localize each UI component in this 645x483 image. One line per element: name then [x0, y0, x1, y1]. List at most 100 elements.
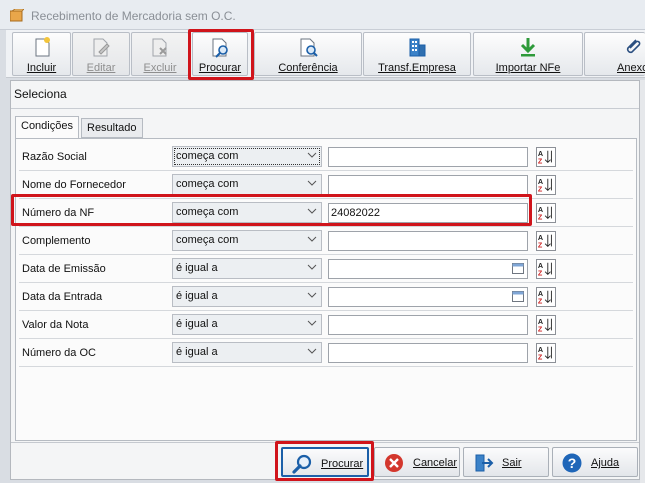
- field-label: Complemento: [22, 235, 91, 247]
- sort-az-button[interactable]: A Z: [536, 231, 556, 251]
- incluir-label: Incluir: [26, 62, 57, 74]
- delete-document-icon: [152, 38, 167, 57]
- action-bar-divider: [11, 442, 639, 443]
- anexo-label: Anexo: [617, 62, 645, 74]
- operator-select[interactable]: é igual a: [172, 286, 322, 307]
- sort-az-button[interactable]: A Z: [536, 343, 556, 363]
- value-input[interactable]: [328, 175, 528, 195]
- sort-az-icon: A Z: [538, 177, 552, 193]
- sort-az-button[interactable]: A Z: [536, 147, 556, 167]
- operator-value: começa com: [176, 178, 239, 190]
- criteria-row-razao-social: Razão Social começa com A Z: [19, 143, 633, 171]
- help-icon: ?: [562, 453, 582, 473]
- cancel-icon: [385, 454, 403, 472]
- editar-label: Editar: [86, 62, 116, 74]
- date-input[interactable]: [328, 259, 528, 279]
- criteria-row-nome-fornecedor: Nome do Fornecedor começa com A Z: [19, 171, 633, 199]
- operator-value: é igual a: [176, 262, 218, 274]
- chevron-down-icon: [307, 320, 317, 326]
- panel-divider: [11, 108, 639, 109]
- conferencia-label: Conferência: [278, 62, 338, 74]
- panel-title: Seleciona: [14, 87, 67, 101]
- operator-select[interactable]: começa com: [172, 202, 322, 223]
- svg-text:Z: Z: [538, 240, 543, 249]
- building-icon: [409, 38, 426, 57]
- date-input[interactable]: [328, 287, 528, 307]
- criteria-row-valor-nota: Valor da Nota é igual a A Z: [19, 311, 633, 339]
- sort-az-button[interactable]: A Z: [536, 315, 556, 335]
- operator-select[interactable]: é igual a: [172, 342, 322, 363]
- operator-select[interactable]: começa com: [172, 146, 322, 167]
- value-input[interactable]: [328, 315, 528, 335]
- chevron-down-icon: [307, 208, 317, 214]
- right-edge-strip: [640, 80, 645, 483]
- window-title: Recebimento de Mercadoria sem O.C.: [31, 9, 236, 23]
- sort-az-button[interactable]: A Z: [536, 175, 556, 195]
- sort-az-button[interactable]: A Z: [536, 203, 556, 223]
- anexo-button[interactable]: Anexo: [584, 32, 645, 76]
- value-input[interactable]: [328, 231, 528, 251]
- search-document-icon: [212, 38, 228, 58]
- operator-value: começa com: [176, 150, 239, 162]
- field-label: Razão Social: [22, 151, 87, 163]
- toolbar: Incluir Editar Excluir Procurar Conferên…: [6, 30, 645, 78]
- sort-az-button[interactable]: A Z: [536, 287, 556, 307]
- procurar-toolbar-label: Procurar: [198, 62, 242, 74]
- sort-az-icon: A Z: [538, 317, 552, 333]
- svg-text:Z: Z: [538, 296, 543, 305]
- incluir-button[interactable]: Incluir: [12, 32, 71, 76]
- svg-text:Z: Z: [538, 324, 543, 333]
- sort-az-icon: A Z: [538, 345, 552, 361]
- importar-nfe-button[interactable]: Importar NFe: [473, 32, 583, 76]
- chevron-down-icon: [307, 236, 317, 242]
- selection-panel: Seleciona Condições Resultado Razão Soci…: [10, 80, 640, 480]
- criteria-row-data-emissao: Data de Emissão é igual a A Z: [19, 255, 633, 283]
- field-label: Valor da Nota: [22, 319, 89, 331]
- sort-az-button[interactable]: A Z: [536, 259, 556, 279]
- operator-select[interactable]: começa com: [172, 230, 322, 251]
- operator-value: é igual a: [176, 346, 218, 358]
- sair-label: Sair: [502, 457, 522, 469]
- operator-value: começa com: [176, 206, 239, 218]
- ajuda-button[interactable]: ? Ajuda: [552, 447, 638, 477]
- procurar-label: Procurar: [321, 458, 364, 470]
- excluir-button[interactable]: Excluir: [131, 32, 189, 76]
- value-input[interactable]: [328, 147, 528, 167]
- excluir-label: Excluir: [143, 62, 177, 74]
- sort-az-icon: A Z: [538, 205, 552, 221]
- field-label: Número da OC: [22, 347, 96, 359]
- title-bar: Recebimento de Mercadoria sem O.C.: [0, 0, 645, 30]
- new-document-icon: [35, 37, 50, 57]
- transf-empresa-button[interactable]: Transf.Empresa: [363, 32, 471, 76]
- tab-resultado[interactable]: Resultado: [81, 118, 143, 138]
- chevron-down-icon: [307, 348, 317, 354]
- operator-select[interactable]: começa com: [172, 174, 322, 195]
- calendar-icon[interactable]: [512, 263, 524, 274]
- field-label: Data de Emissão: [22, 263, 106, 275]
- sair-button[interactable]: Sair: [463, 447, 549, 477]
- procurar-toolbar-button[interactable]: Procurar: [192, 32, 248, 76]
- value-input[interactable]: 24082022: [328, 203, 528, 223]
- field-label: Nome do Fornecedor: [22, 179, 126, 191]
- cancelar-label: Cancelar: [413, 457, 458, 469]
- cancelar-button[interactable]: Cancelar: [374, 447, 460, 477]
- criteria-row-numero-oc: Número da OC é igual a A Z: [19, 339, 633, 367]
- download-arrow-icon: [520, 38, 536, 57]
- procurar-button[interactable]: Procurar: [281, 447, 369, 477]
- editar-button[interactable]: Editar: [72, 32, 130, 76]
- operator-select[interactable]: é igual a: [172, 258, 322, 279]
- svg-text:Z: Z: [538, 268, 543, 277]
- sort-az-icon: A Z: [538, 289, 552, 305]
- value-input[interactable]: [328, 343, 528, 363]
- sort-az-icon: A Z: [538, 149, 552, 165]
- tab-condicoes[interactable]: Condições: [15, 116, 79, 139]
- svg-text:Z: Z: [538, 184, 543, 193]
- conferencia-button[interactable]: Conferência: [254, 32, 362, 76]
- operator-select[interactable]: é igual a: [172, 314, 322, 335]
- magnifier-icon: [292, 454, 312, 474]
- operator-value: é igual a: [176, 318, 218, 330]
- ajuda-label: Ajuda: [591, 457, 620, 469]
- calendar-icon[interactable]: [512, 291, 524, 302]
- operator-value: é igual a: [176, 290, 218, 302]
- chevron-down-icon: [307, 292, 317, 298]
